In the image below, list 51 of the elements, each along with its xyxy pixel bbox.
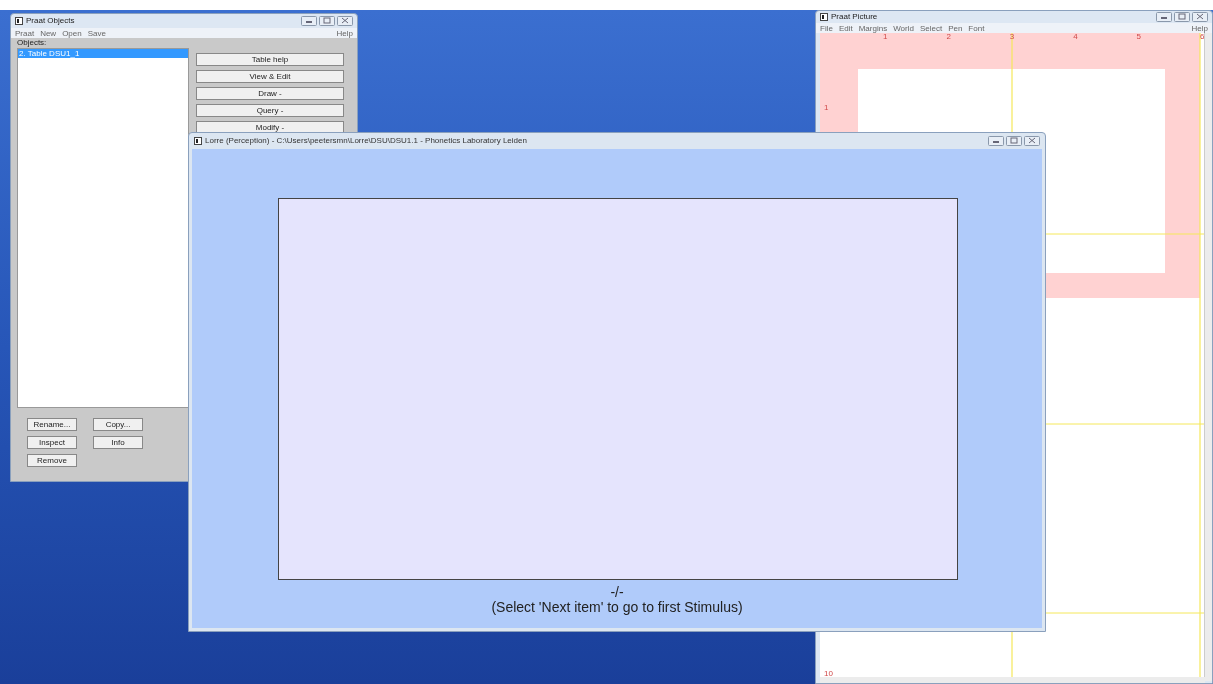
menu-item[interactable]: Praat	[15, 28, 35, 38]
action-button[interactable]: Info	[93, 436, 143, 449]
action-button[interactable]: Table help	[196, 53, 344, 66]
horizontal-scrollbar[interactable]	[820, 677, 1205, 683]
menu-item[interactable]: New	[40, 28, 57, 38]
instruction-text: (Select 'Next item' to go to first Stimulus)	[491, 600, 743, 615]
menu-item[interactable]: Font	[968, 23, 985, 33]
minimize-icon[interactable]	[988, 136, 1004, 146]
close-icon[interactable]	[1024, 136, 1040, 146]
app-icon	[194, 137, 202, 145]
close-icon[interactable]	[337, 16, 353, 26]
minimize-icon[interactable]	[1156, 12, 1172, 22]
action-button[interactable]: Draw -	[196, 87, 344, 100]
minimize-icon[interactable]	[301, 16, 317, 26]
menu-item[interactable]: File	[820, 23, 833, 33]
ruler-label: 1	[824, 103, 829, 112]
maximize-icon[interactable]	[1006, 136, 1022, 146]
action-button[interactable]: Remove	[27, 454, 77, 467]
progress-text: -/-	[610, 585, 624, 600]
ruler-label: 5	[1136, 33, 1142, 41]
ruler-label: 2	[946, 33, 951, 41]
list-item[interactable]: 2. Table DSU1_1	[18, 49, 188, 58]
menu-item[interactable]: Margins	[858, 23, 888, 33]
close-icon[interactable]	[1192, 12, 1208, 22]
ruler-label: 1	[883, 33, 888, 41]
window-title: Praat Objects	[26, 15, 75, 27]
list-label: Objects:	[17, 38, 47, 47]
action-button[interactable]: Rename...	[27, 418, 77, 431]
ruler-label: 10	[824, 669, 833, 678]
maximize-icon[interactable]	[319, 16, 335, 26]
app-icon	[820, 13, 828, 21]
action-button[interactable]: Query -	[196, 104, 344, 117]
app-icon	[15, 17, 23, 25]
vertical-scrollbar[interactable]	[1204, 33, 1212, 681]
menu-item[interactable]: World	[893, 23, 914, 33]
maximize-icon[interactable]	[1174, 12, 1190, 22]
action-button[interactable]: View & Edit	[196, 70, 344, 83]
ruler-label: 3	[1009, 33, 1015, 41]
action-button[interactable]: Copy...	[93, 418, 143, 431]
ruler-label: 6	[1200, 33, 1205, 41]
ruler-label: 4	[1073, 33, 1078, 41]
menu-item[interactable]: Edit	[838, 23, 853, 33]
action-button[interactable]: Inspect	[27, 436, 77, 449]
window-title: Praat Picture	[831, 11, 878, 23]
help-menu[interactable]: Help	[1191, 23, 1208, 33]
help-menu[interactable]: Help	[336, 28, 353, 38]
menu-item[interactable]: Open	[62, 28, 82, 38]
menu-item[interactable]: Select	[919, 23, 943, 33]
window-title: Lorre (Perception) - C:\Users\peetersmn\Lorre\DSU\DSU1.1 - Phonetics Laboratory Leiden	[205, 135, 527, 147]
menu-item[interactable]: Save	[87, 28, 106, 38]
menu-item[interactable]: Pen	[948, 23, 963, 33]
